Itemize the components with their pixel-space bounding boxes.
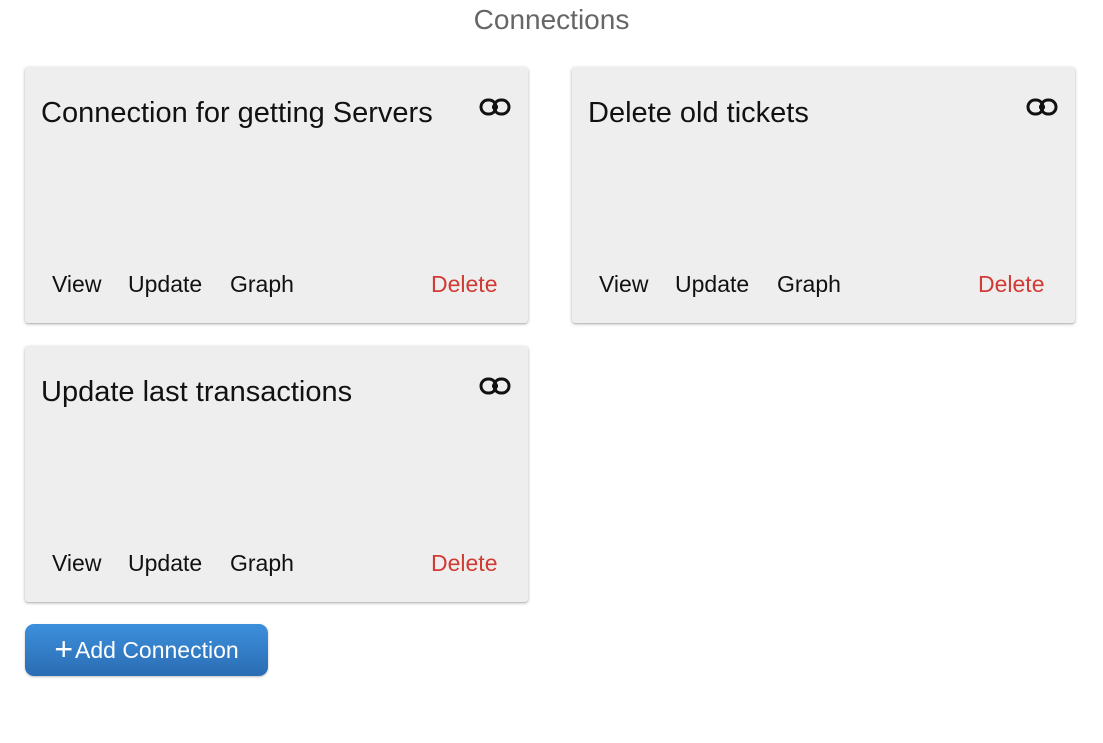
card-actions: View Update Graph Delete [41,548,512,580]
delete-button[interactable]: Delete [431,548,497,579]
card-title: Update last transactions [41,376,353,408]
card-actions: View Update Graph Delete [588,269,1059,301]
update-button[interactable]: Update [128,269,202,300]
link-icon [479,98,511,116]
update-button[interactable]: Update [128,548,202,579]
view-button[interactable]: View [52,269,101,300]
view-button[interactable]: View [599,269,648,300]
delete-button[interactable]: Delete [431,269,497,300]
card-title: Delete old tickets [588,97,809,129]
delete-button[interactable]: Delete [978,269,1044,300]
page-title: Connections [473,4,630,35]
connection-card: Delete old tickets View Update Graph Del… [572,67,1075,323]
plus-icon: + [54,631,73,667]
graph-button[interactable]: Graph [230,548,294,579]
add-connection-label: Add Connection [75,636,239,663]
card-title: Connection for getting Servers [41,97,433,129]
connection-card: Update last transactions View Update Gra… [25,346,528,602]
link-icon [1026,98,1058,116]
link-icon [479,377,511,395]
add-connection-button[interactable]: + Add Connection [25,624,268,676]
graph-button[interactable]: Graph [230,269,294,300]
view-button[interactable]: View [52,548,101,579]
card-actions: View Update Graph Delete [41,269,512,301]
update-button[interactable]: Update [675,269,749,300]
graph-button[interactable]: Graph [777,269,841,300]
connection-card: Connection for getting Servers View Upda… [25,67,528,323]
